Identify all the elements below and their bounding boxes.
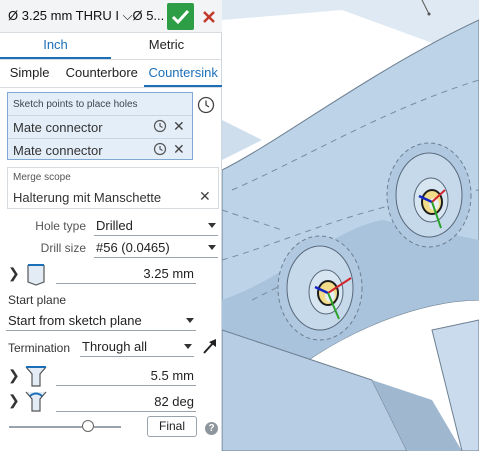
chevron-right-icon[interactable]: ❯ [8, 392, 20, 409]
termination-label: Termination [8, 341, 71, 355]
caret-down-icon [184, 344, 192, 349]
merge-scope-value: Halterung mit Manschette [13, 190, 162, 205]
remove-merge-scope-icon[interactable]: ✕ [199, 188, 211, 205]
hole-type-label: Hole type [35, 219, 86, 233]
final-button[interactable]: Final [147, 416, 197, 437]
style-simple-option[interactable]: Simple [0, 60, 59, 87]
remove-selection-icon[interactable]: ✕ [173, 141, 185, 158]
units-inch-option[interactable]: Inch [0, 32, 111, 59]
rollback-slider-track[interactable] [9, 426, 121, 428]
drill-size-label: Drill size [40, 241, 86, 255]
clock-icon[interactable] [153, 119, 167, 133]
countersink-diameter-icon [25, 366, 47, 387]
merge-scope-heading: Merge scope [13, 172, 71, 183]
start-plane-dropdown[interactable]: Start from sketch plane [6, 311, 196, 331]
termination-value: Through all [82, 339, 148, 354]
units-toggle: Inch Metric [0, 32, 222, 60]
clock-icon[interactable] [153, 142, 167, 156]
help-icon[interactable]: ? [205, 422, 218, 435]
diameter-input[interactable]: 3.25 mm [56, 264, 196, 284]
dialog-title: Ø 3.25 mm THRU I ⌵Ø 5.... [8, 8, 164, 23]
drill-size-value: #56 (0.0465) [96, 240, 170, 255]
remove-selection-icon[interactable]: ✕ [173, 118, 185, 135]
diameter-value: 3.25 mm [143, 266, 194, 281]
selection-item-label: Mate connector [13, 120, 103, 135]
chevron-right-icon[interactable]: ❯ [8, 367, 20, 384]
countersink-angle-input[interactable]: 82 deg [56, 392, 196, 412]
countersink-angle-value: 82 deg [154, 394, 194, 409]
hole-type-value: Drilled [96, 218, 133, 233]
hole-type-dropdown[interactable]: Drilled [94, 216, 218, 236]
cancel-button[interactable] [197, 3, 221, 30]
part-render [221, 0, 479, 452]
rollback-slider-handle[interactable] [82, 420, 94, 432]
style-counterbore-option[interactable]: Counterbore [59, 60, 144, 87]
hole-feature-dialog: Ø 3.25 mm THRU I ⌵Ø 5.... Inch Metric Si… [0, 0, 222, 451]
countersink-diameter-value: 5.5 mm [150, 368, 194, 383]
countersink-hole-preview[interactable] [277, 235, 363, 341]
sketch-points-selection[interactable]: Sketch points to place holes Mate connec… [7, 92, 193, 160]
merge-scope-field[interactable]: Merge scope Halterung mit Manschette ✕ [7, 167, 219, 209]
start-plane-label: Start plane [8, 293, 67, 307]
countersink-angle-icon [25, 391, 47, 412]
hole-style-toggle: Simple Counterbore Countersink [0, 60, 222, 88]
close-icon [203, 11, 215, 23]
arrow-direction-icon[interactable] [200, 336, 220, 356]
countersink-diameter-input[interactable]: 5.5 mm [56, 366, 196, 386]
style-countersink-option[interactable]: Countersink [144, 60, 222, 87]
caret-down-icon [186, 318, 194, 323]
3d-viewport[interactable] [221, 0, 479, 452]
dialog-titlebar: Ø 3.25 mm THRU I ⌵Ø 5.... [0, 0, 222, 33]
selection-item-label: Mate connector [13, 143, 103, 158]
drill-size-dropdown[interactable]: #56 (0.0465) [94, 238, 218, 258]
accept-button[interactable] [167, 3, 194, 30]
check-icon [171, 9, 190, 25]
countersink-hole-preview[interactable] [386, 142, 472, 248]
selection-item[interactable]: Mate connector ✕ [8, 138, 192, 161]
caret-down-icon [208, 223, 216, 228]
selection-heading: Sketch points to place holes [13, 99, 138, 110]
caret-down-icon [208, 245, 216, 250]
termination-dropdown[interactable]: Through all [80, 337, 194, 357]
units-metric-option[interactable]: Metric [111, 32, 222, 59]
chevron-right-icon[interactable]: ❯ [8, 265, 20, 282]
start-plane-value: Start from sketch plane [8, 313, 142, 328]
hole-diameter-icon [27, 264, 45, 286]
clock-icon[interactable] [197, 96, 215, 114]
selection-item[interactable]: Mate connector ✕ [8, 115, 192, 138]
